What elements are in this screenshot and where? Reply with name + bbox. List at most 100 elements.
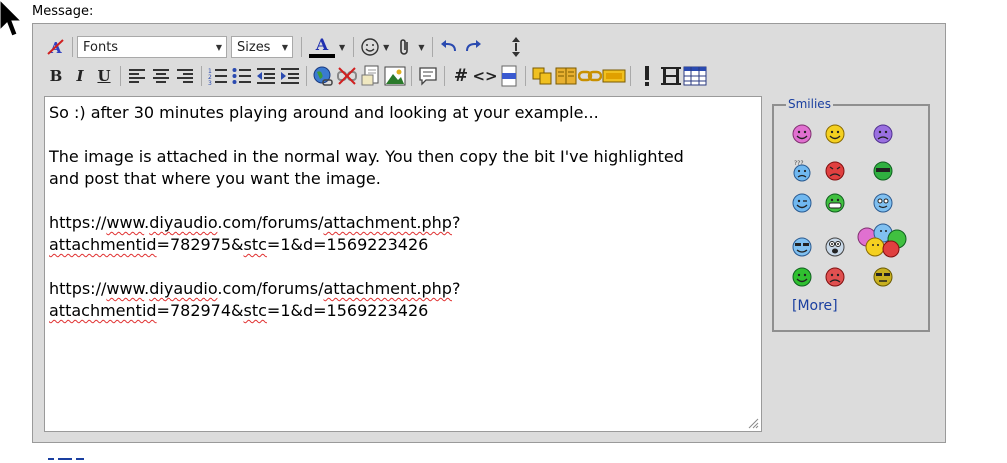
mad-red-icon[interactable] <box>824 160 846 182</box>
grin-green-icon[interactable] <box>824 192 846 214</box>
unordered-list-button[interactable] <box>230 64 254 88</box>
link-text: =782975& <box>156 235 244 254</box>
toolbar-separator <box>411 66 412 86</box>
horizontal-rule-icon <box>661 67 681 85</box>
link-text: ? <box>451 213 461 232</box>
smile-yellow-icon[interactable] <box>824 123 846 145</box>
bold-button[interactable]: B <box>44 64 68 88</box>
indent-button[interactable] <box>278 64 302 88</box>
toolbar-separator <box>525 66 526 86</box>
php-file-icon <box>501 65 517 87</box>
size-select[interactable]: Sizes ▼ <box>231 36 293 58</box>
paperclip-icon <box>400 39 409 55</box>
group-hug-icon[interactable] <box>855 223 911 259</box>
smilies-more-link[interactable]: [More] <box>792 298 838 314</box>
insert-link-button[interactable] <box>311 64 335 88</box>
book-button[interactable] <box>554 64 578 88</box>
font-color-swatch <box>309 53 335 58</box>
italic-label: I <box>76 67 84 85</box>
font-select[interactable]: Fonts ▼ <box>77 36 227 58</box>
cropped-bottom-link[interactable] <box>48 449 88 463</box>
wrap-code-button[interactable]: <> <box>472 64 497 88</box>
underline-button[interactable]: U <box>92 64 116 88</box>
chevron-down-icon[interactable]: ▼ <box>339 43 345 52</box>
surprised-icon[interactable] <box>824 236 846 258</box>
svg-text:3: 3 <box>208 80 212 85</box>
editor-link-line: https://www.diyaudio.com/forums/attachme… <box>49 278 757 300</box>
toolbar-separator <box>630 66 631 86</box>
box-icon <box>602 69 626 83</box>
insert-attachment-button[interactable] <box>359 64 383 88</box>
undo-icon <box>441 40 457 52</box>
toolbar-separator <box>353 37 355 57</box>
italic-button[interactable]: I <box>68 64 92 88</box>
remove-format-button[interactable]: A <box>44 35 68 59</box>
misspelled-word: www <box>106 213 145 232</box>
smilies-legend: Smilies <box>786 97 833 111</box>
unordered-list-icon <box>232 68 251 84</box>
toolbar-separator <box>444 66 445 86</box>
insert-smilie-button[interactable] <box>358 35 382 59</box>
redo-button[interactable] <box>461 35 485 59</box>
message-textarea[interactable]: So :) after 30 minutes playing around an… <box>44 96 762 432</box>
angry-red-icon[interactable] <box>824 266 846 288</box>
remove-link-button[interactable] <box>335 64 359 88</box>
chevron-down-icon[interactable]: ▼ <box>418 43 424 52</box>
font-color-button[interactable]: A <box>306 35 338 59</box>
bold-label: B <box>49 67 63 85</box>
toolbar-separator <box>201 66 202 86</box>
book-icon <box>555 67 577 85</box>
exclamation-button[interactable] <box>635 64 659 88</box>
misspelled-word: diyaudio <box>149 279 218 298</box>
wrap-php-button[interactable] <box>497 64 521 88</box>
exclamation-icon <box>645 66 649 86</box>
size-select-label: Sizes <box>237 39 271 55</box>
image-icon <box>384 66 406 86</box>
smile-green-icon[interactable] <box>791 266 813 288</box>
cool-blue-icon[interactable] <box>872 192 894 214</box>
outdent-icon <box>257 68 275 84</box>
ordered-list-button[interactable]: 1 2 3 <box>206 64 230 88</box>
sunglasses-blue-icon[interactable] <box>791 236 813 258</box>
chain-link-button[interactable] <box>578 64 602 88</box>
chevron-down-icon[interactable]: ▼ <box>383 43 389 52</box>
editor-line: and post that where you want the image. <box>49 169 381 188</box>
insert-image-button[interactable] <box>383 64 407 88</box>
align-center-icon <box>153 69 169 83</box>
hash-label: # <box>453 66 469 86</box>
attachment-button[interactable] <box>393 35 417 59</box>
misspelled-word: stc <box>243 235 267 254</box>
ordered-list-icon: 1 2 3 <box>208 68 227 85</box>
horizontal-rule-button[interactable] <box>659 64 683 88</box>
wink-blue-icon[interactable] <box>791 192 813 214</box>
smiley-outline-icon <box>361 38 379 56</box>
indent-icon <box>281 68 299 84</box>
editor-link-line: attachmentid=782974&stc=1&d=1569223426 <box>49 300 757 322</box>
outdent-button[interactable] <box>254 64 278 88</box>
toolbar-separator <box>493 37 494 57</box>
eek-green-icon[interactable] <box>872 160 894 182</box>
undo-button[interactable] <box>437 35 461 59</box>
toolbar-row-2: B I U 1 2 3 # <> <box>44 63 707 89</box>
font-select-label: Fonts <box>83 39 119 55</box>
align-left-button[interactable] <box>125 64 149 88</box>
misspelled-word: attachment.php <box>323 279 452 298</box>
insert-quote-button[interactable] <box>416 64 440 88</box>
insert-table-button[interactable] <box>683 64 707 88</box>
toolbar-separator <box>432 37 434 57</box>
confused-blue-icon[interactable]: ??? <box>791 160 813 182</box>
align-center-button[interactable] <box>149 64 173 88</box>
align-right-button[interactable] <box>173 64 197 88</box>
frown-purple-icon[interactable] <box>872 123 894 145</box>
smile-pink-icon[interactable] <box>791 123 813 145</box>
copy-button[interactable] <box>530 64 554 88</box>
resize-editor-button[interactable] <box>504 35 528 59</box>
cropped-text-fragment <box>48 458 84 460</box>
shades-yellow-icon[interactable] <box>872 266 894 288</box>
box-button[interactable] <box>602 64 626 88</box>
resize-grip-icon[interactable] <box>748 418 759 429</box>
misspelled-word: attachmentid <box>49 235 157 254</box>
wrap-hash-button[interactable]: # <box>449 64 473 88</box>
copy-icon <box>532 67 552 85</box>
link-text: https:// <box>49 279 107 298</box>
